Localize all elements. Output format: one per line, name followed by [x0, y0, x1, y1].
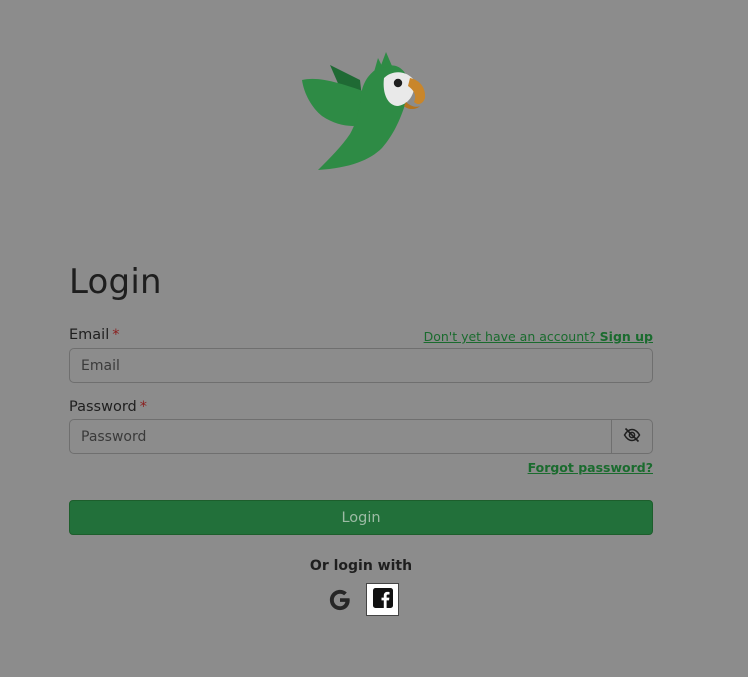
- password-field-group: [69, 419, 653, 454]
- facebook-icon: [372, 587, 393, 612]
- email-label: Email *: [69, 327, 119, 343]
- email-label-text: Email: [69, 327, 110, 343]
- required-mark: *: [112, 327, 120, 343]
- google-login-button[interactable]: [328, 588, 352, 612]
- password-visibility-toggle[interactable]: [611, 419, 653, 454]
- forgot-password-link[interactable]: Forgot password?: [528, 460, 653, 475]
- google-icon: [328, 589, 352, 616]
- parrot-logo-icon: [300, 50, 430, 174]
- password-input[interactable]: [69, 419, 612, 454]
- required-mark: *: [139, 399, 147, 415]
- password-label: Password *: [69, 399, 147, 415]
- signup-prompt-text: Don't yet have an account?: [423, 329, 596, 344]
- signup-link[interactable]: Don't yet have an account? Sign up: [424, 329, 653, 344]
- signup-prompt: Don't yet have an account? Sign up: [424, 329, 653, 344]
- signup-link-text: Sign up: [599, 329, 653, 344]
- social-login-heading: Or login with: [309, 558, 413, 574]
- eye-slash-icon: [623, 427, 641, 447]
- email-input[interactable]: [69, 348, 653, 383]
- password-label-text: Password: [69, 399, 137, 415]
- page-title: Login: [69, 262, 162, 302]
- facebook-login-button[interactable]: [366, 583, 399, 616]
- login-button[interactable]: Login: [69, 500, 653, 535]
